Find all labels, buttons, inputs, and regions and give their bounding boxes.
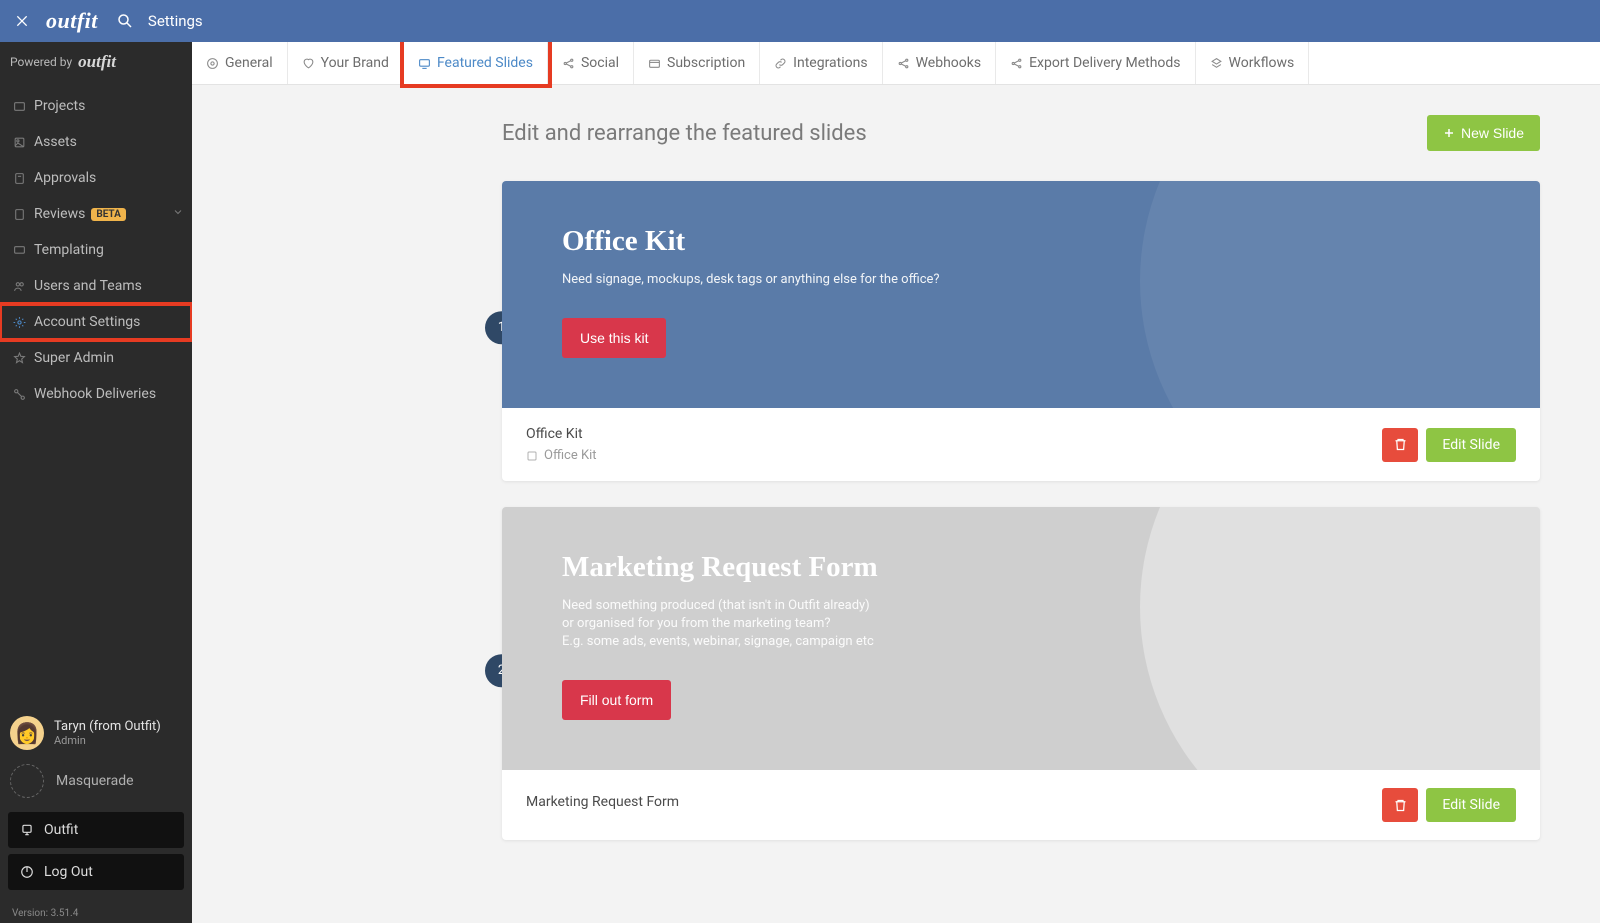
- edit-slide-button[interactable]: Edit Slide: [1426, 788, 1516, 822]
- tab-general[interactable]: General: [192, 42, 288, 84]
- slide-foot-title: Marketing Request Form: [526, 794, 679, 810]
- user-name: Taryn (from Outfit): [54, 719, 161, 734]
- powered-by-logo: outfit: [78, 52, 116, 72]
- sidebar-item-templating[interactable]: Templating: [0, 232, 192, 268]
- slide-hero: Office Kit Need signage, mockups, desk ta…: [502, 181, 1540, 408]
- nav-label: Projects: [34, 98, 85, 114]
- main: GeneralYour BrandFeatured SlidesSocialSu…: [192, 42, 1600, 923]
- tab-icon: [1010, 57, 1023, 70]
- nav-icon: [12, 172, 26, 185]
- nav-label: Webhook Deliveries: [34, 386, 156, 402]
- tab-webhooks[interactable]: Webhooks: [883, 42, 997, 84]
- tab-featured-slides[interactable]: Featured Slides: [404, 42, 548, 84]
- slide-footer: Marketing Request Form Edit Slide: [502, 770, 1540, 840]
- sidebar-nav: Projects Assets Approvals Reviews BETA Templa…: [0, 82, 192, 412]
- tab-icon: [418, 57, 431, 70]
- tab-social[interactable]: Social: [548, 42, 634, 84]
- masquerade-link[interactable]: Masquerade: [0, 758, 192, 804]
- tab-icon: [774, 57, 787, 70]
- delete-slide-button[interactable]: [1382, 788, 1418, 822]
- slide-heading: Marketing Request Form: [562, 551, 1480, 584]
- nav-label: Users and Teams: [34, 278, 142, 294]
- brand-logo[interactable]: outfit: [46, 8, 98, 34]
- sidebar-item-approvals[interactable]: Approvals: [0, 160, 192, 196]
- tab-your-brand[interactable]: Your Brand: [288, 42, 404, 84]
- beta-badge: BETA: [91, 208, 126, 221]
- sidebar-item-users-and-teams[interactable]: Users and Teams: [0, 268, 192, 304]
- outfit-button[interactable]: Outfit: [8, 812, 184, 848]
- powered-by: Powered by outfit: [0, 42, 192, 82]
- version-text: Version: 3.51.4: [0, 904, 192, 923]
- slide-heading: Office Kit: [562, 225, 1480, 258]
- tab-integrations[interactable]: Integrations: [760, 42, 882, 84]
- page-name: Settings: [148, 12, 203, 30]
- new-slide-button[interactable]: New Slide: [1427, 115, 1540, 151]
- nav-label: Account Settings: [34, 314, 140, 330]
- hero-decoration: [1140, 181, 1540, 408]
- nav-label: Super Admin: [34, 350, 114, 366]
- slide-desc: E.g. some ads, events, webinar, signage,…: [562, 634, 942, 649]
- chevron-down-icon: [172, 206, 184, 222]
- topbar: outfit Settings: [0, 0, 1600, 42]
- sidebar-item-account-settings[interactable]: Account Settings: [0, 304, 192, 340]
- page-title: Edit and rearrange the featured slides: [502, 121, 867, 146]
- user-block[interactable]: 👩 Taryn (from Outfit) Admin: [0, 708, 192, 758]
- tab-icon: [897, 57, 910, 70]
- nav-label: Assets: [34, 134, 77, 150]
- masquerade-icon: [10, 764, 44, 798]
- tab-subscription[interactable]: Subscription: [634, 42, 760, 84]
- nav-label: Approvals: [34, 170, 96, 186]
- nav-icon: [12, 352, 26, 365]
- slide-cta-button[interactable]: Use this kit: [562, 318, 666, 358]
- nav-icon: [12, 100, 26, 113]
- slide-hero: Marketing Request Form Need something pro…: [502, 507, 1540, 770]
- tab-icon: [302, 57, 315, 70]
- nav-label: Reviews: [34, 206, 85, 222]
- nav-icon: [12, 136, 26, 149]
- nav-icon: [12, 280, 26, 293]
- user-role: Admin: [54, 734, 161, 747]
- settings-tabs: GeneralYour BrandFeatured SlidesSocialSu…: [192, 42, 1600, 85]
- close-icon[interactable]: [12, 11, 32, 31]
- nav-icon: [12, 388, 26, 401]
- sidebar-item-assets[interactable]: Assets: [0, 124, 192, 160]
- tab-export-delivery-methods[interactable]: Export Delivery Methods: [996, 42, 1195, 84]
- slide-card: 2Marketing Request FormNeed something pr…: [502, 507, 1540, 840]
- slide-foot-link[interactable]: Office Kit: [526, 448, 597, 463]
- nav-icon: [12, 316, 26, 329]
- slide-cta-button[interactable]: Fill out form: [562, 680, 671, 720]
- content-area: Edit and rearrange the featured slides N…: [192, 85, 1600, 923]
- tab-icon: [562, 57, 575, 70]
- tab-icon: [648, 57, 661, 70]
- slide-footer: Office Kit Office Kit Edit Slide: [502, 408, 1540, 481]
- sidebar: Powered by outfit Projects Assets Approval…: [0, 42, 192, 923]
- slide-desc: Need something produced (that isn't in O…: [562, 598, 942, 613]
- slide-card: 1Office KitNeed signage, mockups, desk t…: [502, 181, 1540, 481]
- slide-desc: Need signage, mockups, desk tags or anyt…: [562, 272, 942, 287]
- hero-decoration: [1140, 507, 1540, 770]
- nav-label: Templating: [34, 242, 104, 258]
- tab-workflows[interactable]: Workflows: [1196, 42, 1310, 84]
- sidebar-item-reviews[interactable]: Reviews BETA: [0, 196, 192, 232]
- slide-desc: or organised for you from the marketing …: [562, 616, 942, 631]
- search-icon[interactable]: [116, 12, 134, 30]
- avatar: 👩: [10, 716, 44, 750]
- tab-icon: [206, 57, 219, 70]
- sidebar-item-webhook-deliveries[interactable]: Webhook Deliveries: [0, 376, 192, 412]
- nav-icon: [12, 244, 26, 257]
- slide-foot-title: Office Kit: [526, 426, 597, 442]
- delete-slide-button[interactable]: [1382, 428, 1418, 462]
- logout-button[interactable]: Log Out: [8, 854, 184, 890]
- sidebar-item-super-admin[interactable]: Super Admin: [0, 340, 192, 376]
- sidebar-item-projects[interactable]: Projects: [0, 88, 192, 124]
- tab-icon: [1210, 57, 1223, 70]
- edit-slide-button[interactable]: Edit Slide: [1426, 428, 1516, 462]
- nav-icon: [12, 208, 26, 221]
